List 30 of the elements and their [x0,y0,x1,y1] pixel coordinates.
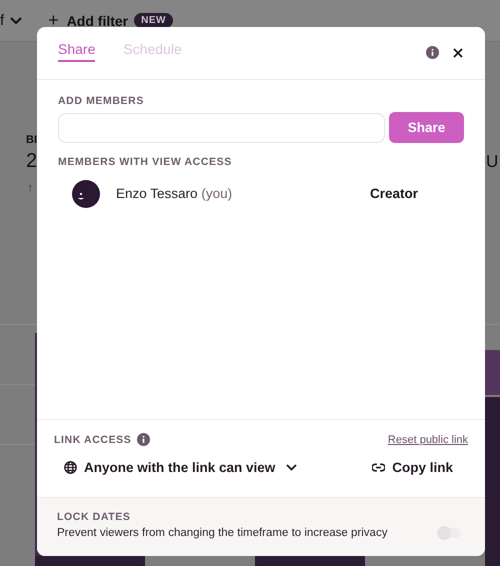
share-button[interactable]: Share [389,112,464,143]
members-label: MEMBERS WITH VIEW ACCESS [58,156,233,168]
add-members-label: ADD MEMBERS [58,95,145,107]
chart-bar [485,350,500,395]
plus-icon[interactable]: + [48,10,59,31]
info-icon[interactable] [426,46,439,59]
close-icon[interactable] [453,48,463,58]
lock-dates-description: Prevent viewers from changing the timeframe to increase privacy [57,527,388,539]
access-dropdown[interactable]: Anyone with the link can view [64,460,298,475]
trend-arrow: ↑ [27,180,34,195]
member-input-field[interactable] [58,112,385,142]
metric-value: U [486,152,498,171]
dialog-tab[interactable]: Share [58,41,96,62]
reset-link[interactable]: Reset public link [388,434,468,446]
metric-value: 2 [26,150,38,172]
chevron-down-icon [10,16,22,24]
link-icon [372,463,386,472]
lock-dates-label: LOCK DATES [57,511,132,523]
chevron-down-icon [286,464,298,471]
globe-icon [64,461,77,474]
metric-label: BI [26,134,37,146]
add-filter-label[interactable]: Add filter [66,12,128,28]
info-icon[interactable] [137,433,150,446]
filter-menu[interactable]: f [0,12,4,29]
member-name: Enzo Tessaro (you) [116,186,232,200]
member-role: Creator [370,186,418,200]
link-access-label: LINK ACCESS [54,434,132,446]
new-badge: NEW [134,13,173,28]
avatar-icon [71,178,101,208]
copy-link-button[interactable]: Copy link [372,460,453,475]
